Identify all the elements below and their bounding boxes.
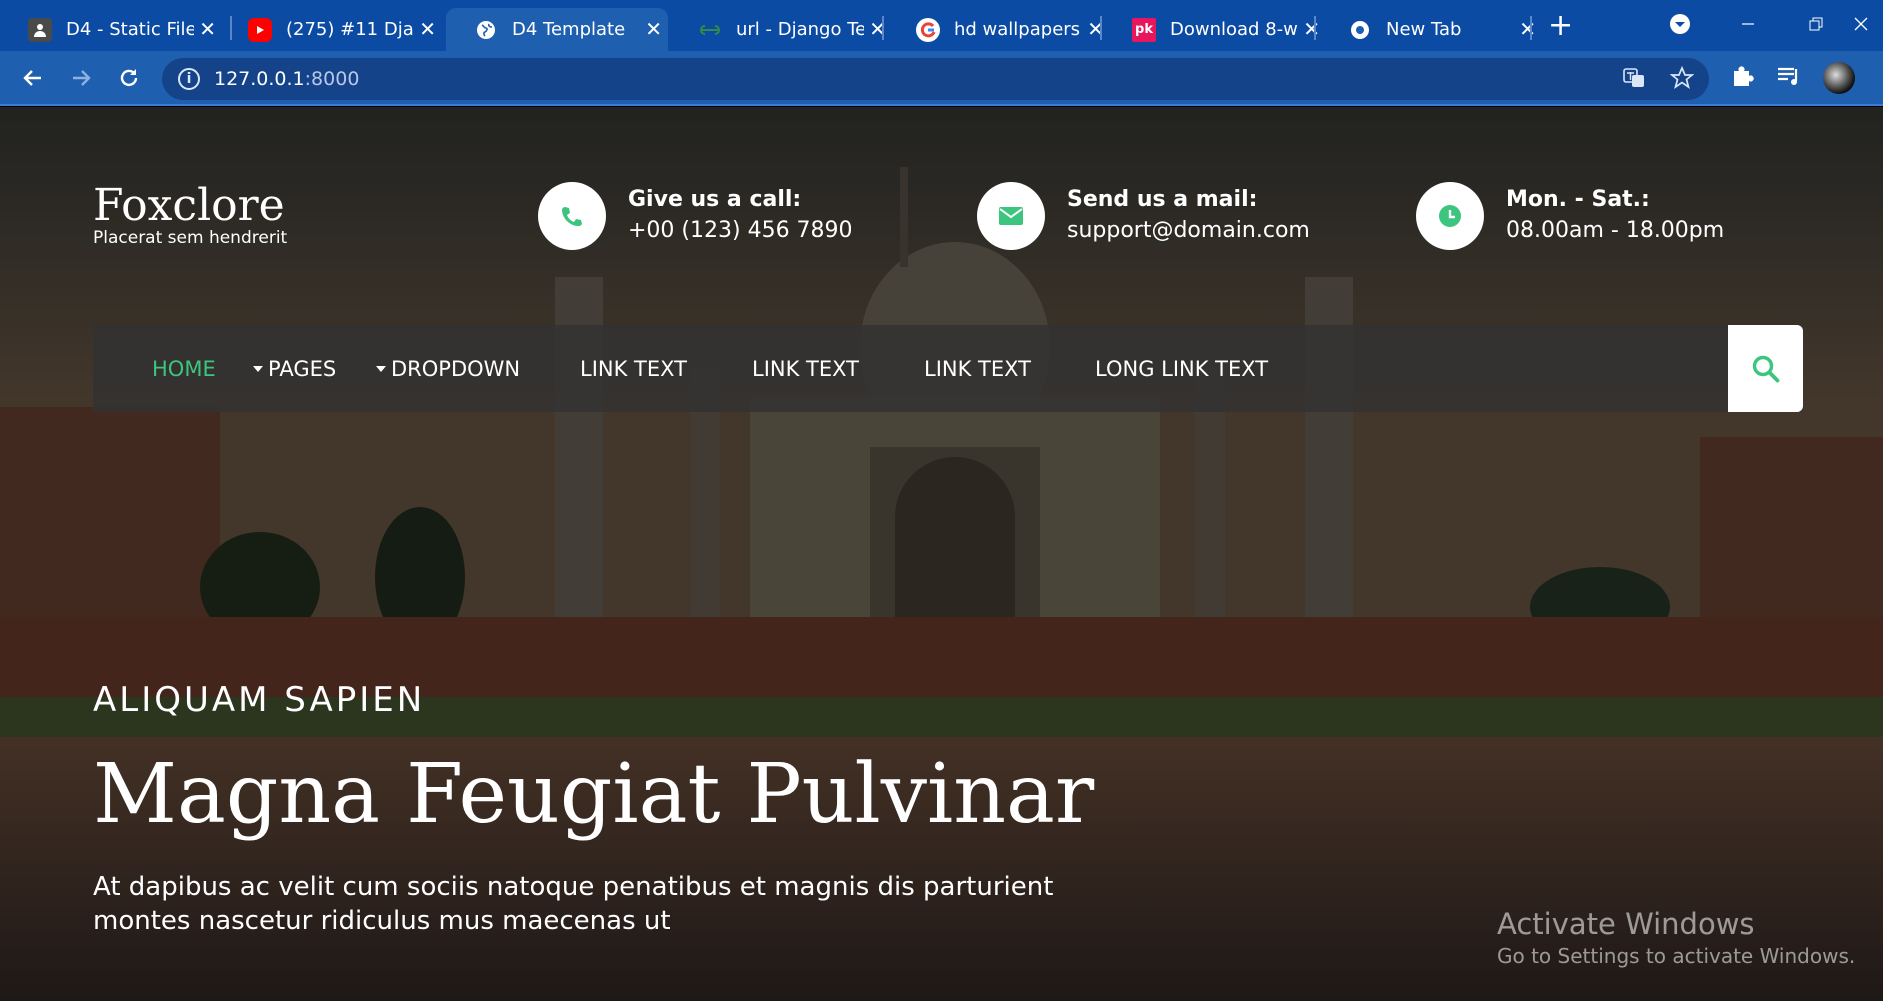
- search-icon: [1752, 355, 1779, 382]
- tab-title: New Tab: [1386, 19, 1462, 40]
- tab-separator: [1314, 16, 1316, 40]
- tab-title: Download 8-wo: [1170, 19, 1298, 40]
- watermark-text: Go to Settings to activate Windows.: [1497, 944, 1856, 968]
- contact-value: +00 (123) 456 7890: [628, 218, 853, 243]
- close-tab-icon[interactable]: ✕: [1519, 18, 1536, 40]
- tab-static-files[interactable]: D4 - Static Files ✕: [0, 8, 222, 51]
- google-icon: [916, 17, 940, 42]
- webpage-hero: Foxclore Placerat sem hendrerit Give us …: [0, 107, 1883, 1001]
- browser-tab-strip: D4 - Static Files ✕ (275) #11 Django ✕ D…: [0, 0, 1883, 51]
- restore-button[interactable]: [1786, 0, 1846, 48]
- minimize-button[interactable]: [1718, 0, 1778, 48]
- contact-mail: Send us a mail: support@domain.com: [977, 182, 1310, 250]
- new-tab-button[interactable]: +: [1548, 8, 1573, 44]
- site-logo[interactable]: Foxclore Placerat sem hendrerit: [93, 180, 287, 248]
- contact-label: Send us a mail:: [1067, 187, 1258, 212]
- nav-long-link-text[interactable]: LONG LINK TEXT: [1095, 325, 1268, 412]
- tab-search-button[interactable]: [1650, 0, 1710, 48]
- site-name: Foxclore: [93, 180, 285, 231]
- hero-subtitle: ALIQUAM SAPIEN: [93, 680, 426, 720]
- tab-youtube[interactable]: (275) #11 Django ✕: [220, 8, 442, 51]
- caret-down-icon: [376, 365, 386, 372]
- reload-icon: [120, 69, 138, 87]
- hero-description: At dapibus ac velit cum sociis natoque p…: [93, 870, 1093, 938]
- search-button[interactable]: [1728, 325, 1803, 412]
- nav-home[interactable]: HOME: [152, 325, 216, 412]
- watermark-title: Activate Windows: [1497, 907, 1755, 941]
- contact-value: support@domain.com: [1067, 218, 1310, 243]
- envelope-icon: [977, 182, 1045, 250]
- nav-label: PAGES: [268, 356, 337, 381]
- translate-icon[interactable]: [1622, 66, 1646, 96]
- person-icon: [28, 17, 52, 42]
- tab-title: D4 - Static Files: [66, 19, 194, 40]
- nav-pages[interactable]: PAGES: [253, 325, 336, 412]
- clock-icon: [1416, 182, 1484, 250]
- tab-title: hd wallpapers - G: [954, 19, 1082, 40]
- hero-description-line: montes nascetur ridiculus mus maecenas u…: [93, 906, 671, 936]
- close-icon: [1854, 17, 1867, 31]
- nav-link-text-1[interactable]: LINK TEXT: [580, 325, 687, 412]
- nav-link-text-2[interactable]: LINK TEXT: [752, 325, 859, 412]
- chrome-icon: [1348, 18, 1372, 42]
- bookmark-star-icon[interactable]: [1669, 65, 1695, 96]
- close-window-button[interactable]: [1838, 0, 1883, 48]
- reload-button[interactable]: [112, 61, 146, 95]
- minimize-icon: [1742, 23, 1754, 25]
- forward-button[interactable]: [64, 61, 98, 95]
- browser-toolbar: i 127.0.0.1:8000: [0, 51, 1883, 106]
- tab-download[interactable]: pk Download 8-wo ✕: [1104, 8, 1326, 51]
- main-navigation: HOME PAGES DROPDOWN LINK TEXT LINK TEXT …: [93, 325, 1803, 412]
- url-host: 127.0.0.1: [214, 68, 305, 90]
- arrow-right-icon: [73, 70, 91, 86]
- tab-separator: [882, 16, 884, 40]
- tab-separator: [1100, 16, 1102, 40]
- youtube-icon: [248, 17, 272, 42]
- media-playlist-icon[interactable]: [1776, 63, 1802, 95]
- globe-icon: [474, 18, 498, 42]
- extensions-puzzle-icon[interactable]: [1729, 63, 1755, 95]
- close-tab-icon[interactable]: ✕: [419, 18, 436, 40]
- tab-new-tab[interactable]: New Tab ✕: [1320, 8, 1542, 51]
- address-url[interactable]: 127.0.0.1:8000: [214, 68, 359, 90]
- pk-icon: pk: [1132, 17, 1156, 42]
- geeksforgeeks-icon: [698, 18, 722, 42]
- hero-title: Magna Feugiat Pulvinar: [93, 747, 1095, 842]
- site-tagline: Placerat sem hendrerit: [93, 228, 288, 248]
- address-bar[interactable]: i 127.0.0.1:8000: [162, 58, 1709, 100]
- nav-label: DROPDOWN: [391, 356, 521, 381]
- tab-google[interactable]: hd wallpapers - G ✕: [888, 8, 1110, 51]
- tab-title: D4 Template: [512, 19, 626, 40]
- close-tab-icon[interactable]: ✕: [1303, 18, 1320, 40]
- windows-activation-watermark: Activate Windows Go to Settings to activ…: [1497, 907, 1855, 971]
- contact-label: Mon. - Sat.:: [1506, 187, 1650, 212]
- caret-down-icon: [253, 365, 263, 372]
- tab-d4-template[interactable]: D4 Template ✕: [446, 8, 668, 51]
- tab-title: url - Django Templ: [736, 19, 864, 40]
- tab-title: (275) #11 Django: [286, 19, 414, 40]
- nav-link-text-3[interactable]: LINK TEXT: [924, 325, 1031, 412]
- tab-separator: [1530, 16, 1532, 40]
- profile-avatar[interactable]: [1823, 62, 1855, 94]
- contact-value: 08.00am - 18.00pm: [1506, 218, 1725, 243]
- contact-phone: Give us a call: +00 (123) 456 7890: [538, 182, 853, 250]
- restore-icon: [1809, 17, 1823, 31]
- contact-label: Give us a call:: [628, 187, 802, 212]
- phone-icon: [538, 182, 606, 250]
- tab-geeksforgeeks[interactable]: url - Django Templ ✕: [670, 8, 892, 51]
- chevron-down-icon: [1670, 14, 1690, 34]
- contact-hours: Mon. - Sat.: 08.00am - 18.00pm: [1416, 182, 1724, 250]
- hero-description-line: At dapibus ac velit cum sociis natoque p…: [93, 872, 1054, 902]
- close-tab-icon[interactable]: ✕: [645, 18, 662, 40]
- site-info-icon[interactable]: i: [178, 68, 200, 90]
- back-button[interactable]: [16, 61, 50, 95]
- url-port: :8000: [304, 68, 360, 90]
- arrow-left-icon: [23, 70, 41, 86]
- nav-dropdown[interactable]: DROPDOWN: [376, 325, 520, 412]
- close-tab-icon[interactable]: ✕: [199, 18, 216, 40]
